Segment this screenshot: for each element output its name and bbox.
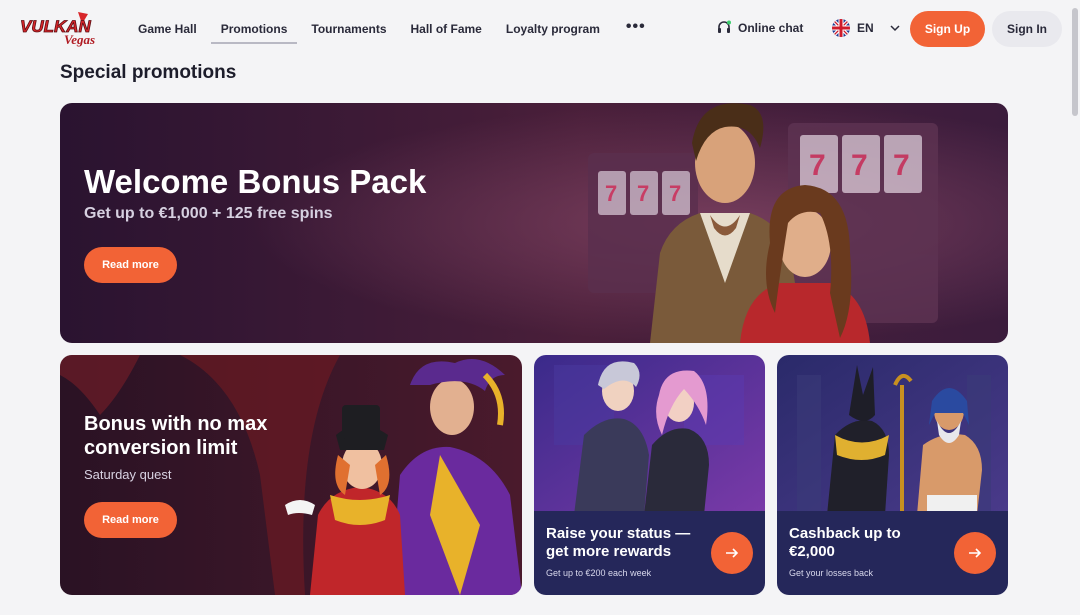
status-arrow-button[interactable]	[711, 532, 753, 574]
uk-flag-icon	[832, 19, 850, 37]
cashback-promo-card[interactable]: Cashback up to €2,000 Get your losses ba…	[777, 355, 1008, 595]
status-card-footer: Raise your status — get more rewards Get…	[534, 511, 765, 595]
conversion-promo-subtitle: Saturday quest	[84, 467, 172, 482]
cashback-card-footer: Cashback up to €2,000 Get your losses ba…	[777, 511, 1008, 595]
svg-text:Vegas: Vegas	[64, 32, 95, 47]
main-nav: Game Hall Promotions Tournaments Hall of…	[128, 14, 658, 44]
svg-text:7: 7	[809, 149, 826, 182]
conversion-read-more-button[interactable]: Read more	[84, 502, 177, 538]
cashback-promo-subtitle: Get your losses back	[789, 568, 874, 578]
svg-text:7: 7	[669, 181, 681, 206]
hero-title: Welcome Bonus Pack	[84, 163, 427, 200]
language-label: EN	[857, 21, 874, 35]
nav-promotions[interactable]: Promotions	[210, 14, 298, 44]
nav-game-hall[interactable]: Game Hall	[128, 14, 207, 44]
svg-text:7: 7	[893, 149, 910, 182]
hero-subtitle: Get up to €1,000 + 125 free spins	[84, 205, 333, 222]
cashback-arrow-button[interactable]	[954, 532, 996, 574]
site-header: VULKAN Vegas Game Hall Promotions Tourna…	[0, 0, 1080, 58]
chevron-down-icon	[890, 25, 900, 32]
arrow-right-icon	[726, 548, 739, 558]
nav-hall-of-fame[interactable]: Hall of Fame	[401, 14, 492, 44]
arrow-right-icon	[969, 548, 982, 558]
nav-loyalty-program[interactable]: Loyalty program	[496, 14, 610, 44]
status-promo-title: Raise your status — get more rewards	[546, 525, 691, 560]
vulkan-vegas-logo[interactable]: VULKAN Vegas	[18, 10, 110, 48]
svg-text:7: 7	[851, 149, 868, 182]
page-scrollbar[interactable]	[1072, 8, 1078, 116]
welcome-bonus-artwork: 7 7 7 7 7 7	[60, 103, 1008, 343]
hero-read-more-button[interactable]: Read more	[84, 247, 177, 283]
status-rewards-promo-card[interactable]: Raise your status — get more rewards Get…	[534, 355, 765, 595]
nav-tournaments[interactable]: Tournaments	[301, 14, 396, 44]
svg-text:7: 7	[637, 181, 649, 206]
language-selector[interactable]: EN	[832, 19, 900, 37]
sign-in-button[interactable]: Sign In	[992, 11, 1062, 47]
no-max-conversion-promo-card[interactable]: Bonus with no max conversion limit Satur…	[60, 355, 522, 595]
cyber-characters-artwork	[534, 355, 765, 515]
egyptian-gods-artwork	[777, 355, 1008, 515]
conversion-promo-title: Bonus with no max conversion limit	[84, 413, 268, 459]
online-chat-button[interactable]: Online chat	[716, 20, 803, 36]
more-menu-button[interactable]: •••	[614, 14, 658, 44]
welcome-bonus-banner[interactable]: 7 7 7 7 7 7 Welcome Bonus Pack Get up to…	[60, 103, 1008, 343]
cashback-promo-title: Cashback up to €2,000	[789, 525, 901, 560]
svg-text:7: 7	[605, 181, 617, 206]
status-promo-subtitle: Get up to €200 each week	[546, 568, 652, 578]
page-title: Special promotions	[60, 62, 237, 83]
sign-up-button[interactable]: Sign Up	[910, 11, 985, 47]
online-chat-label: Online chat	[738, 21, 804, 35]
headset-icon	[718, 20, 731, 33]
